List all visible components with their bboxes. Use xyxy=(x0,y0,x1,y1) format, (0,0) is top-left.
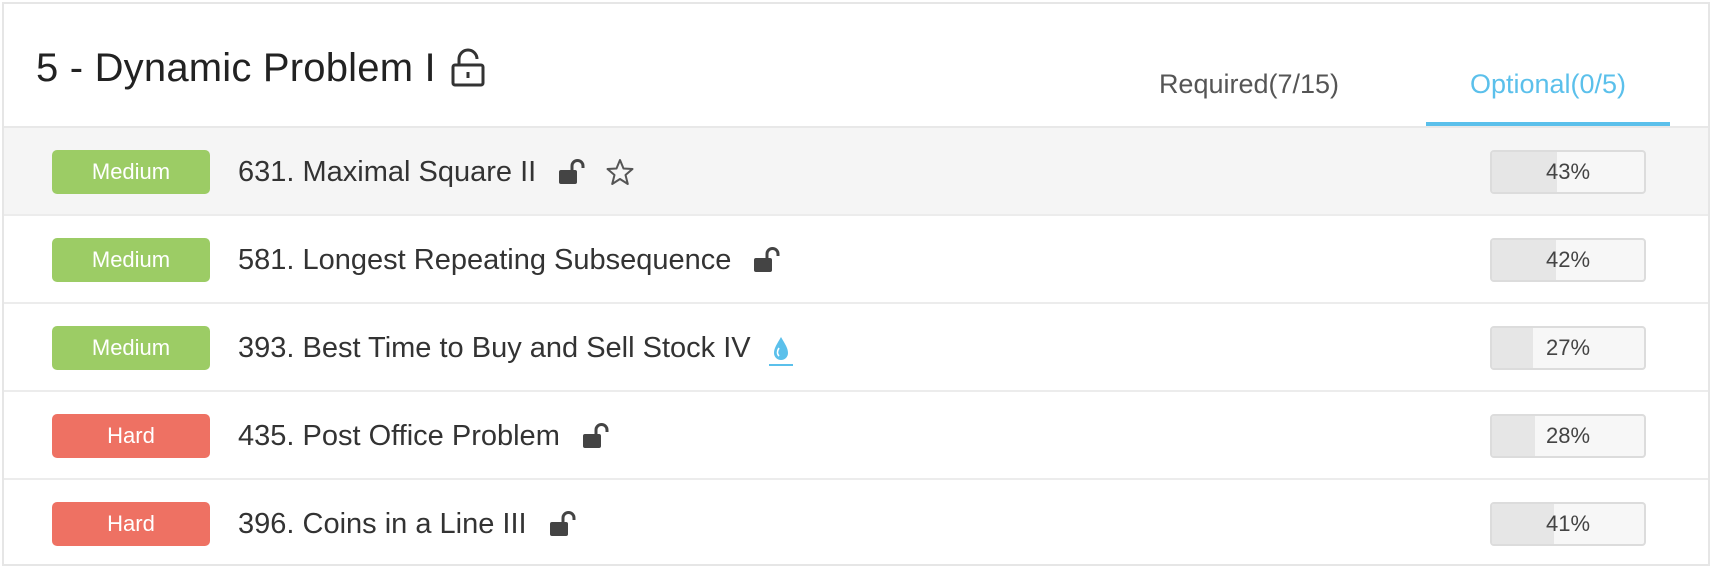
acceptance-rate: 42% xyxy=(1545,247,1591,272)
acceptance-progress: 27% xyxy=(1490,326,1646,370)
problem-list: Medium 631. Maximal Square II 43% Medium… xyxy=(4,128,1708,564)
problem-info: 396. Coins in a Line III xyxy=(238,480,577,568)
problem-title-link[interactable]: 393. Best Time to Buy and Sell Stock IV xyxy=(238,332,751,365)
problem-info: 435. Post Office Problem xyxy=(238,392,610,480)
tab-required[interactable]: Required(7/15) xyxy=(1118,48,1380,126)
star-icon[interactable] xyxy=(606,158,634,186)
tab-bar: Required(7/15) Optional(0/5) xyxy=(1118,48,1670,126)
acceptance-progress: 28% xyxy=(1490,414,1646,458)
acceptance-rate: 43% xyxy=(1545,159,1591,184)
acceptance-rate: 28% xyxy=(1545,423,1591,448)
acceptance-progress: 42% xyxy=(1490,238,1646,282)
lock-open-icon xyxy=(549,511,577,537)
difficulty-badge: Medium xyxy=(52,238,210,282)
problem-info: 393. Best Time to Buy and Sell Stock IV xyxy=(238,304,793,392)
problem-title-link[interactable]: 631. Maximal Square II xyxy=(238,156,536,189)
acceptance-progress: 41% xyxy=(1490,502,1646,546)
problem-title-link[interactable]: 435. Post Office Problem xyxy=(238,420,560,453)
lock-open-icon xyxy=(582,423,610,449)
lock-open-icon xyxy=(558,159,586,185)
problem-info: 581. Longest Repeating Subsequence xyxy=(238,216,781,304)
title-wrap: 5 - Dynamic Problem I xyxy=(36,44,486,92)
problem-info: 631. Maximal Square II xyxy=(238,128,634,216)
difficulty-badge: Hard xyxy=(52,414,210,458)
list-item[interactable]: Medium 393. Best Time to Buy and Sell St… xyxy=(4,304,1708,392)
problem-title-link[interactable]: 396. Coins in a Line III xyxy=(238,508,527,541)
lock-open-icon xyxy=(450,48,486,88)
list-item[interactable]: Medium 631. Maximal Square II 43% xyxy=(4,128,1708,216)
drop-icon[interactable] xyxy=(768,334,793,366)
acceptance-rate: 27% xyxy=(1545,335,1591,360)
page-title: 5 - Dynamic Problem I xyxy=(36,46,436,90)
acceptance-progress: 43% xyxy=(1490,150,1646,194)
list-item[interactable]: Medium 581. Longest Repeating Subsequenc… xyxy=(4,216,1708,304)
tab-optional[interactable]: Optional(0/5) xyxy=(1426,48,1670,126)
difficulty-badge: Medium xyxy=(52,150,210,194)
difficulty-badge: Hard xyxy=(52,502,210,546)
panel-header: 5 - Dynamic Problem I Required(7/15) Opt… xyxy=(4,4,1708,128)
difficulty-badge: Medium xyxy=(52,326,210,370)
lock-open-icon xyxy=(753,247,781,273)
problem-title-link[interactable]: 581. Longest Repeating Subsequence xyxy=(238,244,731,277)
problem-set-panel: 5 - Dynamic Problem I Required(7/15) Opt… xyxy=(2,2,1710,566)
list-item[interactable]: Hard 435. Post Office Problem 28% xyxy=(4,392,1708,480)
acceptance-rate: 41% xyxy=(1545,511,1591,536)
list-item[interactable]: Hard 396. Coins in a Line III 41% xyxy=(4,480,1708,564)
